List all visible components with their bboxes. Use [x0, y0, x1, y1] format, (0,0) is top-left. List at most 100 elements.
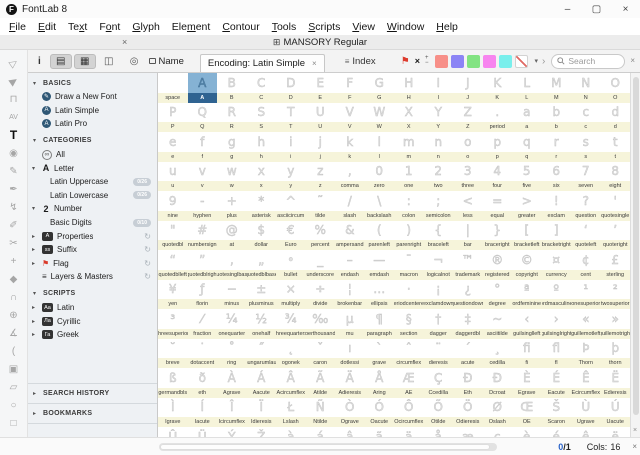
- sidebar-item-flag[interactable]: ▸⚑Flag↻: [28, 257, 157, 271]
- menu-item-contour[interactable]: Contour: [216, 21, 265, 33]
- glyph-cell-greater[interactable]: >greater: [512, 191, 542, 221]
- glyph-cell-P[interactable]: PP: [158, 103, 188, 133]
- glyph-cell-Ocircumflex[interactable]: ÔOcircumflex: [394, 398, 424, 428]
- glyph-cell-L[interactable]: LL: [512, 73, 542, 103]
- glyph-cell-Euro[interactable]: €Euro: [276, 221, 306, 251]
- sidebar-item-greek[interactable]: ▸ГаGreek: [28, 328, 157, 342]
- glyph-cell-g[interactable]: gg: [217, 132, 247, 162]
- glyph-cell-C[interactable]: CC: [247, 73, 277, 103]
- glyph-cell-breve[interactable]: ˘breve: [158, 339, 188, 369]
- glyph-cell-onehalf[interactable]: ½onehalf: [247, 309, 277, 339]
- glyph-cell-four[interactable]: 4four: [483, 162, 513, 192]
- color-swatch-1[interactable]: [451, 55, 464, 68]
- sidebar-item-layers-masters[interactable]: ≡Layers & Masters↻: [28, 270, 157, 284]
- glyph-cell-braceleft[interactable]: {braceleft: [424, 221, 454, 251]
- glyph-cell-AE[interactable]: ÆAE: [394, 368, 424, 398]
- glyph-cell-H[interactable]: HH: [394, 73, 424, 103]
- glyph-cell-Uacute[interactable]: ÚUacute: [601, 398, 631, 428]
- cols-value[interactable]: 16: [610, 442, 620, 452]
- expander-icon[interactable]: ▸: [32, 304, 35, 311]
- glyph-cell-Ucircumflex[interactable]: ÛUcircumflex: [158, 427, 188, 437]
- glyph-cell-c[interactable]: cc: [571, 103, 601, 133]
- section-header-search-history[interactable]: ▸SEARCH HISTORY: [28, 383, 157, 403]
- glyph-cell-Ntilde[interactable]: ÑNtilde: [306, 398, 336, 428]
- glyph-cell-yen[interactable]: ¥yen: [158, 280, 188, 310]
- frame-tool[interactable]: ▣: [0, 360, 27, 378]
- glyph-cell-brokenbar[interactable]: ¦brokenbar: [335, 280, 365, 310]
- glyph-cell-eight[interactable]: 8eight: [601, 162, 631, 192]
- glyph-cell-Zcaron[interactable]: ŽZcaron: [247, 427, 277, 437]
- glyph-cell-quotedbl[interactable]: "quotedbl: [158, 221, 188, 251]
- glyph-cell-Agrave[interactable]: ÀAgrave: [217, 368, 247, 398]
- glyph-cell-less[interactable]: <less: [453, 191, 483, 221]
- glyph-cell-two[interactable]: 2two: [424, 162, 454, 192]
- glyph-cell-bracketleft[interactable]: [bracketleft: [512, 221, 542, 251]
- text-tool[interactable]: T: [0, 126, 27, 144]
- glyph-cell-OE[interactable]: ŒOE: [512, 398, 542, 428]
- glyph-cell-ae[interactable]: æae: [453, 427, 483, 437]
- sidebar-item-draw-a-new-font[interactable]: ✎Draw a New Font: [28, 90, 157, 104]
- glyph-cell-dollar[interactable]: $dollar: [247, 221, 277, 251]
- color-swatch-0[interactable]: [435, 55, 448, 68]
- glyph-cell-colon[interactable]: :colon: [394, 191, 424, 221]
- glyph-cell-w[interactable]: ww: [217, 162, 247, 192]
- glyph-cell-l[interactable]: ll: [365, 132, 395, 162]
- glyph-cell-asciitilde[interactable]: ~asciitilde: [483, 309, 513, 339]
- glyph-cell-s[interactable]: ss: [571, 132, 601, 162]
- encoding-tab-close-icon[interactable]: ×: [312, 59, 317, 68]
- glyph-cell-guillemotright[interactable]: »guillemotright: [601, 309, 631, 339]
- glyph-cell-B[interactable]: BB: [217, 73, 247, 103]
- glyph-cell-x[interactable]: xx: [247, 162, 277, 192]
- glyph-cell-asciicircum[interactable]: ^asciicircum: [276, 191, 306, 221]
- glyph-cell-Acircumflex[interactable]: ÂAcircumflex: [276, 368, 306, 398]
- sidebar-item-latin-lowercase[interactable]: Latin Lowercase0/26: [28, 189, 157, 203]
- sidebar-item-properties[interactable]: ▸AProperties↻: [28, 229, 157, 243]
- glyph-cell-D[interactable]: DD: [276, 73, 306, 103]
- magnet-tool[interactable]: ∩: [0, 288, 27, 306]
- glyph-cell-ecircumflex[interactable]: êecircumflex: [571, 427, 601, 437]
- glyph-cell-Y[interactable]: YY: [424, 103, 454, 133]
- glyph-cell-I[interactable]: II: [424, 73, 454, 103]
- glyph-cell-six[interactable]: 6six: [542, 162, 572, 192]
- glyph-cell-Idieresis[interactable]: ÏIdieresis: [247, 398, 277, 428]
- menu-item-help[interactable]: Help: [430, 21, 464, 33]
- search-input[interactable]: [565, 56, 619, 66]
- glyph-cell-Otilde[interactable]: ÕOtilde: [424, 398, 454, 428]
- sidebar-item-suffix[interactable]: ▸ssSuffix↻: [28, 243, 157, 257]
- minimize-button[interactable]: –: [553, 0, 582, 18]
- glyph-cell-five[interactable]: 5five: [512, 162, 542, 192]
- glyph-cell-one[interactable]: 1one: [394, 162, 424, 192]
- glyph-cell-S[interactable]: SS: [247, 103, 277, 133]
- glyph-cell-X[interactable]: XX: [394, 103, 424, 133]
- glyph-cell-dieresis[interactable]: ¨dieresis: [424, 339, 454, 369]
- glyph-cell-parenleft[interactable]: (parenleft: [365, 221, 395, 251]
- scrollbar-corner-icon[interactable]: ×: [633, 427, 637, 434]
- glyph-cell-Eth[interactable]: ÐEth: [453, 368, 483, 398]
- glyph-cell-parenright[interactable]: )parenright: [394, 221, 424, 251]
- paste-tool[interactable]: ▱: [0, 378, 27, 396]
- panel-close-icon[interactable]: ×: [630, 54, 635, 65]
- glyph-cell-Q[interactable]: QQ: [188, 103, 218, 133]
- glyph-cell-percent[interactable]: %percent: [306, 221, 336, 251]
- glyph-cell-period[interactable]: .period: [483, 103, 513, 133]
- glyph-cell-minus[interactable]: −minus: [217, 280, 247, 310]
- glyph-cell-space[interactable]: space: [158, 73, 188, 103]
- target-button[interactable]: ◎: [130, 56, 139, 67]
- glyph-cell-n[interactable]: nn: [424, 132, 454, 162]
- glyph-cell-ellipsis[interactable]: …ellipsis: [365, 280, 395, 310]
- expander-icon[interactable]: ▸: [32, 260, 35, 267]
- glyph-cell-N[interactable]: NN: [571, 73, 601, 103]
- glyph-cell-t[interactable]: tt: [601, 132, 631, 162]
- glyph-cell-perthousand[interactable]: ‰perthousand: [306, 309, 336, 339]
- glyph-cell-threequarters[interactable]: ¾threequarters: [276, 309, 306, 339]
- glyph-cell-underscore[interactable]: _underscore: [306, 250, 336, 280]
- clear-flag-icon[interactable]: ×: [415, 56, 420, 66]
- glyph-cell-U[interactable]: UU: [306, 103, 336, 133]
- glyph-cell-eth[interactable]: ðeth: [188, 368, 218, 398]
- expander-icon[interactable]: ▾: [32, 165, 35, 172]
- glyph-cell-Ccedilla[interactable]: ÇCcedilla: [424, 368, 454, 398]
- glyph-cell-twosuperior[interactable]: ²twosuperior: [601, 280, 631, 310]
- glyph-cell-Aring[interactable]: ÅAring: [365, 368, 395, 398]
- flag-icon[interactable]: ⚑: [401, 56, 410, 67]
- flag-stepper[interactable]: +−: [425, 56, 429, 66]
